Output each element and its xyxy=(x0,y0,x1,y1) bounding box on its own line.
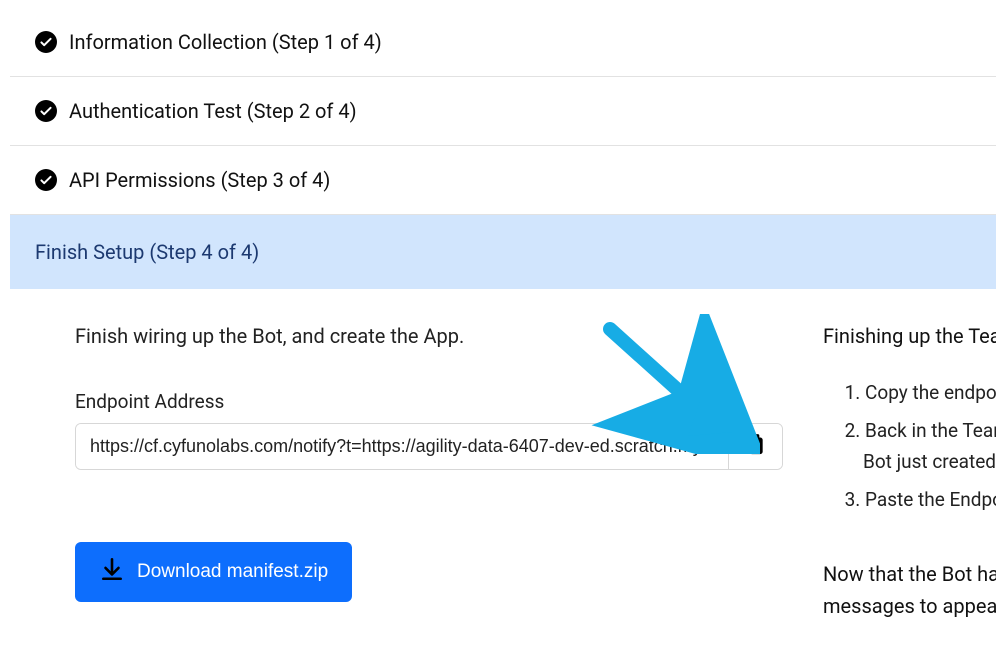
right-column: Finishing up the Teams Copy the endpoin … xyxy=(823,289,996,622)
page: Information Collection (Step 1 of 4) Aut… xyxy=(0,0,996,649)
paragraph-line: Now that the Bot has b xyxy=(823,562,996,586)
instruction-text: Back in the Teams xyxy=(865,419,996,442)
step-4-title: Finish Setup (Step 4 of 4) xyxy=(35,240,259,264)
step-1-row[interactable]: Information Collection (Step 1 of 4) xyxy=(10,0,996,76)
step-4-row-current[interactable]: Finish Setup (Step 4 of 4) xyxy=(10,214,996,289)
check-circle-icon xyxy=(35,100,57,122)
check-circle-icon xyxy=(35,169,57,191)
instruction-text: Bot just created. xyxy=(863,450,996,473)
step-3-row[interactable]: API Permissions (Step 3 of 4) xyxy=(10,145,996,214)
step-2-title: Authentication Test (Step 2 of 4) xyxy=(69,99,357,123)
instruction-item: Paste the Endpoin xyxy=(865,485,996,515)
paragraph-line: messages to appear in xyxy=(823,594,996,618)
step-3-title: API Permissions (Step 3 of 4) xyxy=(69,168,330,192)
clipboard-icon xyxy=(746,434,766,459)
step-1-title: Information Collection (Step 1 of 4) xyxy=(69,30,382,54)
check-circle-icon xyxy=(35,31,57,53)
lead-text: Finish wiring up the Bot, and create the… xyxy=(75,324,783,348)
instruction-text: Copy the endpoin xyxy=(865,381,996,404)
download-button-label: Download manifest.zip xyxy=(137,561,328,583)
instructions-list: Copy the endpoin Back in the Teams Bot j… xyxy=(823,378,996,516)
endpoint-input[interactable] xyxy=(76,424,728,469)
step-4-content: Finish wiring up the Bot, and create the… xyxy=(10,289,996,622)
instruction-text: Paste the Endpoin xyxy=(865,488,996,511)
download-icon xyxy=(99,556,125,588)
copy-button[interactable] xyxy=(728,424,782,469)
endpoint-input-group xyxy=(75,423,783,470)
download-manifest-button[interactable]: Download manifest.zip xyxy=(75,542,352,602)
instruction-item: Copy the endpoin xyxy=(865,378,996,408)
endpoint-label: Endpoint Address xyxy=(75,390,783,413)
left-column: Finish wiring up the Bot, and create the… xyxy=(35,289,783,622)
right-heading: Finishing up the Teams xyxy=(823,324,996,348)
step-2-row[interactable]: Authentication Test (Step 2 of 4) xyxy=(10,76,996,145)
right-paragraph: Now that the Bot has b messages to appea… xyxy=(823,558,996,622)
instruction-item: Back in the Teams Bot just created. xyxy=(865,416,996,477)
